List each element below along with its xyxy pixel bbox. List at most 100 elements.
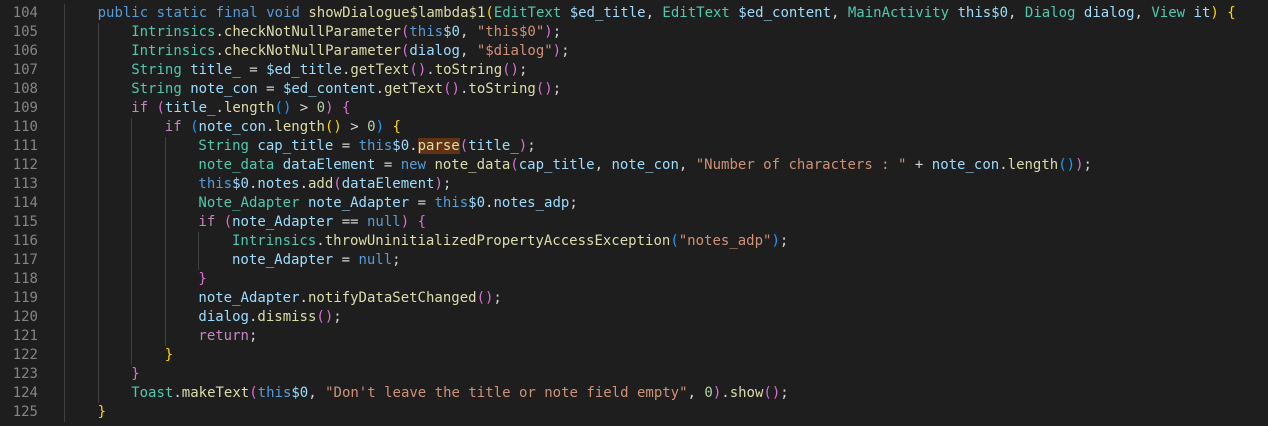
code-token: it xyxy=(1193,5,1211,21)
line-number: 110 xyxy=(12,119,38,135)
code-token: public xyxy=(97,5,149,21)
code-line[interactable]: 118} xyxy=(0,270,1268,289)
indent-guide xyxy=(97,61,99,80)
code-line[interactable]: 104 public static final void showDialogue… xyxy=(0,4,1268,23)
indent-guide xyxy=(64,23,65,42)
code-line[interactable]: 105 Intrinsics.checkNotNullParameter(this… xyxy=(0,23,1268,42)
indent-guide xyxy=(131,327,133,346)
code-token: $0 xyxy=(443,24,460,40)
indent-guide xyxy=(97,384,99,403)
code-token: note_Adapter xyxy=(307,195,410,211)
indent-guide xyxy=(64,232,65,251)
code-token: this$0 xyxy=(957,5,1009,21)
code-line[interactable]: 111 String cap_title = this$0.parse(title… xyxy=(0,137,1268,156)
code-token: this xyxy=(257,385,292,401)
code-text: Note_Adapter note_Adapter = this$0.notes… xyxy=(198,194,577,213)
indent-guide xyxy=(97,365,99,384)
line-number: 118 xyxy=(12,271,38,287)
code-line[interactable]: 107 String title_ = $ed_title.getText().t… xyxy=(0,61,1268,80)
code-token: > xyxy=(291,100,317,116)
indent-guide xyxy=(97,137,99,156)
indent-guide xyxy=(64,365,65,384)
code-line[interactable]: 106 Intrinsics.checkNotNullParameter(dial… xyxy=(0,42,1268,61)
code-token: "notes_adp" xyxy=(678,233,772,249)
indent-guide xyxy=(64,384,65,403)
indent-guide xyxy=(97,118,99,137)
code-line[interactable]: 110 if (note_con.length() > 0) { xyxy=(0,118,1268,137)
indent-guide xyxy=(198,251,200,270)
indent-guide xyxy=(97,232,99,251)
code-token: ) xyxy=(400,214,410,230)
code-line[interactable]: 108 String note_con = $ed_content.getText… xyxy=(0,80,1268,99)
code-line[interactable]: 121 return; xyxy=(0,327,1268,346)
code-text: Intrinsics.checkNotNullParameter(this$0,… xyxy=(131,23,561,42)
line-number: 116 xyxy=(12,233,38,249)
code-line[interactable]: 114 Note_Adapter note_Adapter = this$0.no… xyxy=(0,194,1268,213)
code-token: , xyxy=(1008,5,1025,21)
code-token: , xyxy=(459,43,477,59)
code-line[interactable]: 115 if (note_Adapter == null) { xyxy=(0,213,1268,232)
code-token: = xyxy=(375,157,401,173)
code-text: } xyxy=(131,365,139,384)
code-token: ) xyxy=(552,43,562,59)
code-token: add xyxy=(308,176,334,192)
code-token: null xyxy=(358,252,393,268)
code-token: = xyxy=(257,81,283,97)
code-line[interactable]: 125} xyxy=(0,403,1268,422)
line-number: 121 xyxy=(12,328,38,344)
code-token: 0 xyxy=(316,100,326,116)
code-token: $ed_title xyxy=(569,5,646,21)
line-number: 107 xyxy=(12,62,38,78)
code-token: note_Adapter xyxy=(232,214,334,230)
code-line[interactable]: 109 if (title_.length() > 0) { xyxy=(0,99,1268,118)
indent-guide xyxy=(64,118,65,137)
code-line[interactable]: 119 note_Adapter.notifyDataSetChanged(); xyxy=(0,289,1268,308)
line-number: 117 xyxy=(12,252,38,268)
indent-guide xyxy=(97,289,99,308)
code-token: ) xyxy=(1210,5,1219,21)
code-token: ( xyxy=(670,233,679,249)
code-line[interactable]: 113 this$0.notes.add(dataElement); xyxy=(0,175,1268,194)
code-line[interactable]: 124 Toast.makeText(this$0, "Don't leave t… xyxy=(0,384,1268,403)
code-token: } xyxy=(97,404,107,420)
code-line[interactable]: 122} xyxy=(0,346,1268,365)
indent-guide xyxy=(97,175,99,194)
code-token: ; xyxy=(527,138,536,154)
indent-guide xyxy=(131,346,133,365)
code-token: note_con xyxy=(611,157,679,173)
code-line[interactable]: 120 dialog.dismiss(); xyxy=(0,308,1268,327)
line-number: 111 xyxy=(12,138,38,154)
code-token: $0 xyxy=(232,176,249,192)
code-text: } xyxy=(98,403,106,422)
code-token: Intrinsics xyxy=(131,24,216,40)
code-line[interactable]: 123} xyxy=(0,365,1268,384)
code-token: length xyxy=(1007,157,1059,173)
line-number: 120 xyxy=(12,309,38,325)
indent-guide xyxy=(97,99,99,118)
code-editor[interactable]: 104 public static final void showDialogue… xyxy=(0,0,1268,426)
code-token: . xyxy=(409,138,418,154)
code-token: $0 xyxy=(468,195,486,211)
code-token: ; xyxy=(552,24,562,40)
code-token: . xyxy=(215,43,224,59)
code-line[interactable]: 116 Intrinsics.throwUninitializedProperty… xyxy=(0,232,1268,251)
code-token: if xyxy=(164,119,182,135)
indent-guide xyxy=(97,23,99,42)
code-token: = xyxy=(333,252,359,268)
indent-guide xyxy=(164,213,166,232)
code-token: ; xyxy=(561,43,570,59)
code-token: () xyxy=(274,100,292,116)
code-token: throwUninitializedPropertyAccessExceptio… xyxy=(324,233,671,249)
indent-guide xyxy=(198,232,200,251)
indent-guide xyxy=(97,251,99,270)
code-line[interactable]: 112 note_data dataElement = new note_data… xyxy=(0,156,1268,175)
code-line[interactable]: 117 note_Adapter = null; xyxy=(0,251,1268,270)
code-text: } xyxy=(165,346,173,365)
code-token: . xyxy=(215,24,224,40)
code-token: , xyxy=(308,385,326,401)
